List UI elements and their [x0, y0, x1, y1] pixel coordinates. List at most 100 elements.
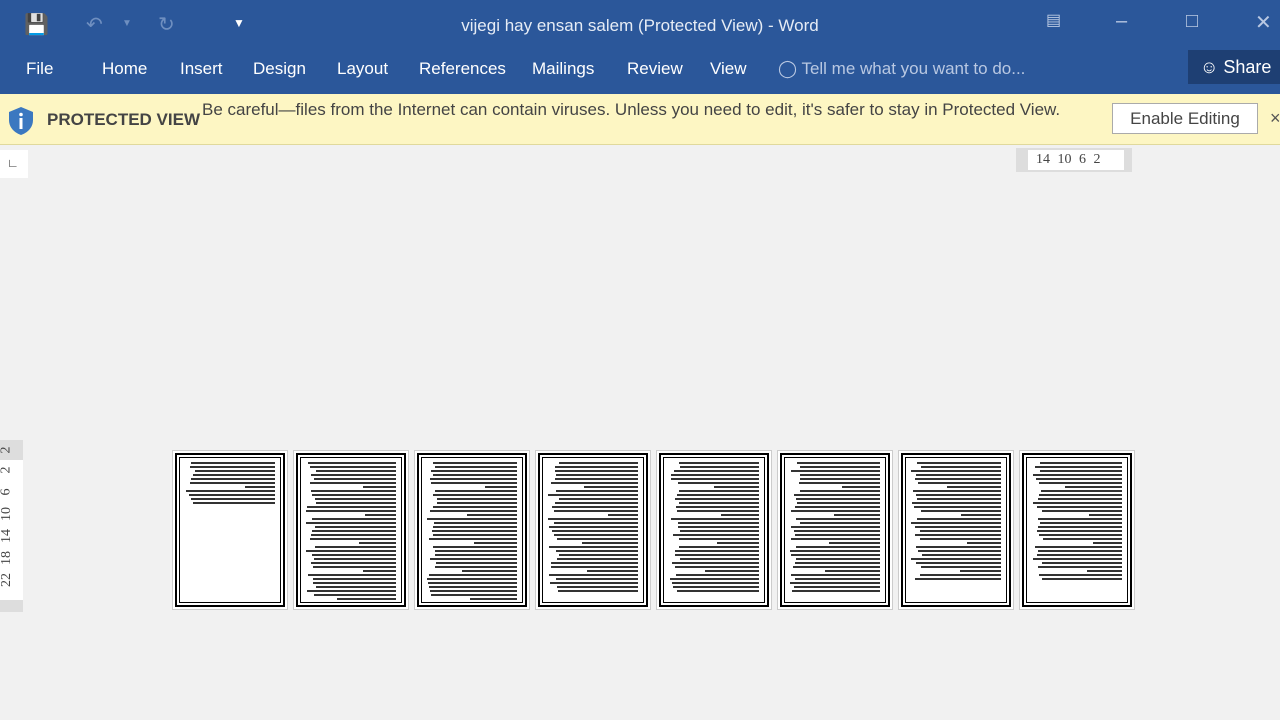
text-line	[670, 478, 759, 480]
tab-file[interactable]: File	[26, 59, 53, 79]
page-thumbnail[interactable]	[777, 450, 893, 610]
text-line	[433, 546, 517, 548]
text-line	[914, 478, 1001, 480]
text-line	[670, 474, 759, 476]
minimize-icon[interactable]: –	[1116, 10, 1127, 33]
text-line	[433, 526, 517, 528]
text-line	[1041, 510, 1122, 512]
text-line	[791, 470, 880, 472]
text-line	[551, 566, 638, 568]
text-line	[313, 566, 396, 568]
text-line	[189, 466, 275, 468]
text-line	[428, 538, 517, 540]
tab-review[interactable]: Review	[627, 59, 683, 79]
text-line	[1033, 558, 1122, 560]
text-line	[791, 526, 880, 528]
text-line	[314, 498, 396, 500]
text-line	[466, 514, 517, 516]
close-icon[interactable]: ✕	[1255, 10, 1272, 35]
text-line	[306, 506, 396, 508]
text-line	[193, 474, 275, 476]
text-line	[1036, 554, 1122, 556]
text-line	[795, 562, 880, 564]
text-line	[432, 530, 517, 532]
text-line	[427, 582, 517, 584]
text-line	[314, 478, 396, 480]
text-line	[558, 498, 638, 500]
text-line	[1038, 566, 1122, 568]
text-line	[919, 538, 1001, 540]
text-line	[558, 462, 638, 464]
page-thumbnail[interactable]	[414, 450, 530, 610]
text-line	[434, 566, 517, 568]
shield-icon	[9, 107, 33, 135]
text-line	[794, 494, 880, 496]
text-line	[1033, 502, 1122, 504]
tab-design[interactable]: Design	[253, 59, 306, 79]
text-line	[558, 590, 638, 592]
text-line	[306, 510, 396, 512]
text-line	[473, 542, 517, 544]
text-line	[555, 490, 638, 492]
text-line	[428, 586, 517, 588]
text-line	[434, 522, 517, 524]
text-line	[824, 570, 880, 572]
protected-view-bar: PROTECTED VIEW Be careful—files from the…	[0, 94, 1280, 145]
tab-selector[interactable]: ∟	[0, 150, 28, 178]
text-line	[1086, 570, 1122, 572]
text-line	[312, 554, 396, 556]
text-line	[916, 518, 1001, 520]
page-thumbnail[interactable]	[898, 450, 1014, 610]
text-line	[795, 546, 880, 548]
text-line	[679, 502, 759, 504]
text-line	[678, 462, 759, 464]
text-line	[921, 566, 1001, 568]
page-thumbnail[interactable]	[172, 450, 288, 610]
text-line	[607, 514, 638, 516]
share-button[interactable]: ☺ Share	[1188, 50, 1280, 84]
text-line	[189, 494, 275, 496]
text-line	[432, 462, 517, 464]
text-line	[310, 534, 396, 536]
text-line	[433, 506, 517, 508]
ribbon-display-icon[interactable]: ▤	[1046, 10, 1061, 30]
text-line	[191, 478, 275, 480]
text-line	[190, 482, 275, 484]
tab-insert[interactable]: Insert	[180, 59, 223, 79]
text-line	[1033, 474, 1122, 476]
page-thumbnail[interactable]	[656, 450, 772, 610]
text-line	[914, 578, 1001, 580]
text-line	[966, 542, 1001, 544]
vertical-ruler[interactable]: 2 2 6 10 14 18 22	[0, 440, 23, 612]
text-line	[672, 582, 759, 584]
text-line	[553, 522, 638, 524]
horizontal-ruler[interactable]: 14 10 6 2	[1016, 148, 1132, 172]
text-line	[914, 526, 1001, 528]
text-line	[557, 538, 638, 540]
text-line	[314, 526, 396, 528]
text-line	[842, 486, 880, 488]
text-line	[1038, 498, 1122, 500]
text-line	[917, 462, 1001, 464]
text-line	[554, 502, 638, 504]
text-line	[672, 586, 759, 588]
page-thumbnail[interactable]	[535, 450, 651, 610]
tab-layout[interactable]: Layout	[337, 59, 388, 79]
enable-editing-button[interactable]: Enable Editing	[1112, 103, 1258, 134]
text-line	[462, 570, 517, 572]
tell-me-box[interactable]: ◯ Tell me what you want to do...	[778, 59, 1025, 79]
page-thumbnail[interactable]	[293, 450, 409, 610]
tab-home[interactable]: Home	[102, 59, 147, 79]
tab-view[interactable]: View	[710, 59, 747, 79]
ruler-number: 18	[0, 551, 14, 565]
text-line	[913, 490, 1001, 492]
text-line	[549, 546, 638, 548]
text-line	[1041, 562, 1122, 564]
text-line	[679, 466, 759, 468]
maximize-icon[interactable]: □	[1186, 10, 1198, 33]
tab-references[interactable]: References	[419, 59, 506, 79]
close-banner-icon[interactable]: ×	[1270, 108, 1280, 129]
tab-mailings[interactable]: Mailings	[532, 59, 594, 79]
text-line	[555, 466, 638, 468]
page-thumbnail[interactable]	[1019, 450, 1135, 610]
